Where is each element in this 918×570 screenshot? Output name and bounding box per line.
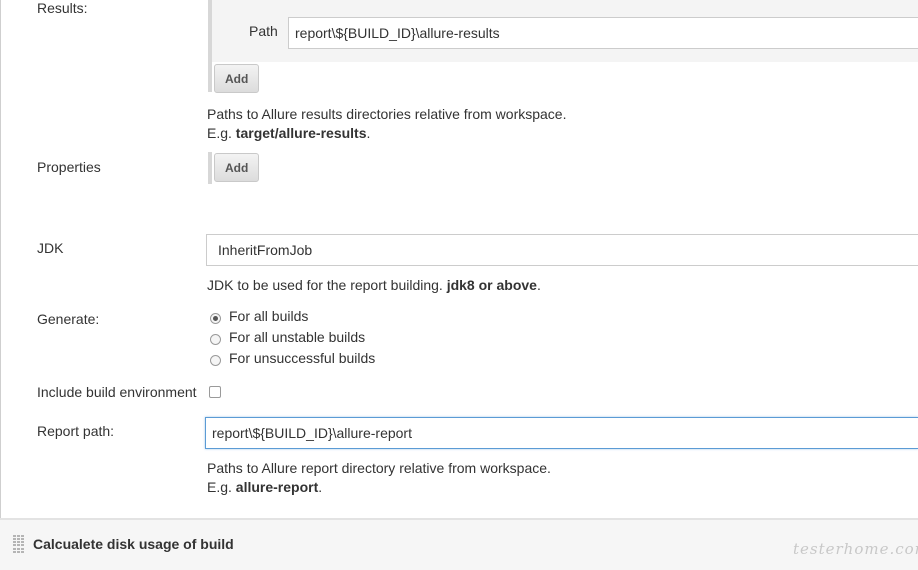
include-env-label: Include build environment [37,384,197,400]
radio-checked-icon[interactable] [210,312,221,324]
properties-panel-stripe [208,152,212,184]
radio-label: For all unstable builds [229,329,366,345]
properties-add-button[interactable]: Add [214,153,260,182]
radio-label: For unsuccessful builds [229,350,376,366]
drag-handle-icon[interactable] [13,535,25,553]
include-env-checkbox[interactable] [209,386,221,398]
watermark: testerhome.com [793,540,918,558]
report-path-input[interactable] [205,417,918,449]
results-panel-stripe [208,0,212,92]
frame-left-border [0,0,1,518]
report-path-label: Report path: [37,423,115,439]
properties-label: Properties [37,159,101,175]
results-add-button[interactable]: Add [214,64,260,93]
generate-option-unsuccessful-builds[interactable]: For unsuccessful builds [210,349,375,367]
radio-unchecked-icon[interactable] [210,354,221,366]
disk-usage-section-title: Calcualete disk usage of build [33,536,234,552]
results-label: Results: [37,0,88,16]
report-path-help-line1: Paths to Allure report directory relativ… [207,460,551,476]
results-path-input[interactable] [288,17,918,49]
results-help-line1: Paths to Allure results directories rela… [207,106,567,122]
jdk-label: JDK [37,240,64,256]
generate-option-unstable-builds[interactable]: For all unstable builds [210,328,365,346]
radio-unchecked-icon[interactable] [210,333,221,345]
report-path-help-example: allure-report [235,479,319,495]
report-path-help-line2: E.g. allure-report. [207,479,323,495]
jdk-select[interactable] [206,234,918,266]
path-label: Path [249,23,278,39]
results-help-example: target/allure-results [235,125,367,141]
generate-label: Generate: [37,311,100,327]
jdk-help: JDK to be used for the report building. … [207,277,541,293]
radio-label: For all builds [229,308,309,324]
results-help-line2: E.g. target/allure-results. [207,125,371,141]
generate-option-all-builds[interactable]: For all builds [210,307,308,325]
jdk-help-requirement: jdk8 or above [446,277,537,293]
